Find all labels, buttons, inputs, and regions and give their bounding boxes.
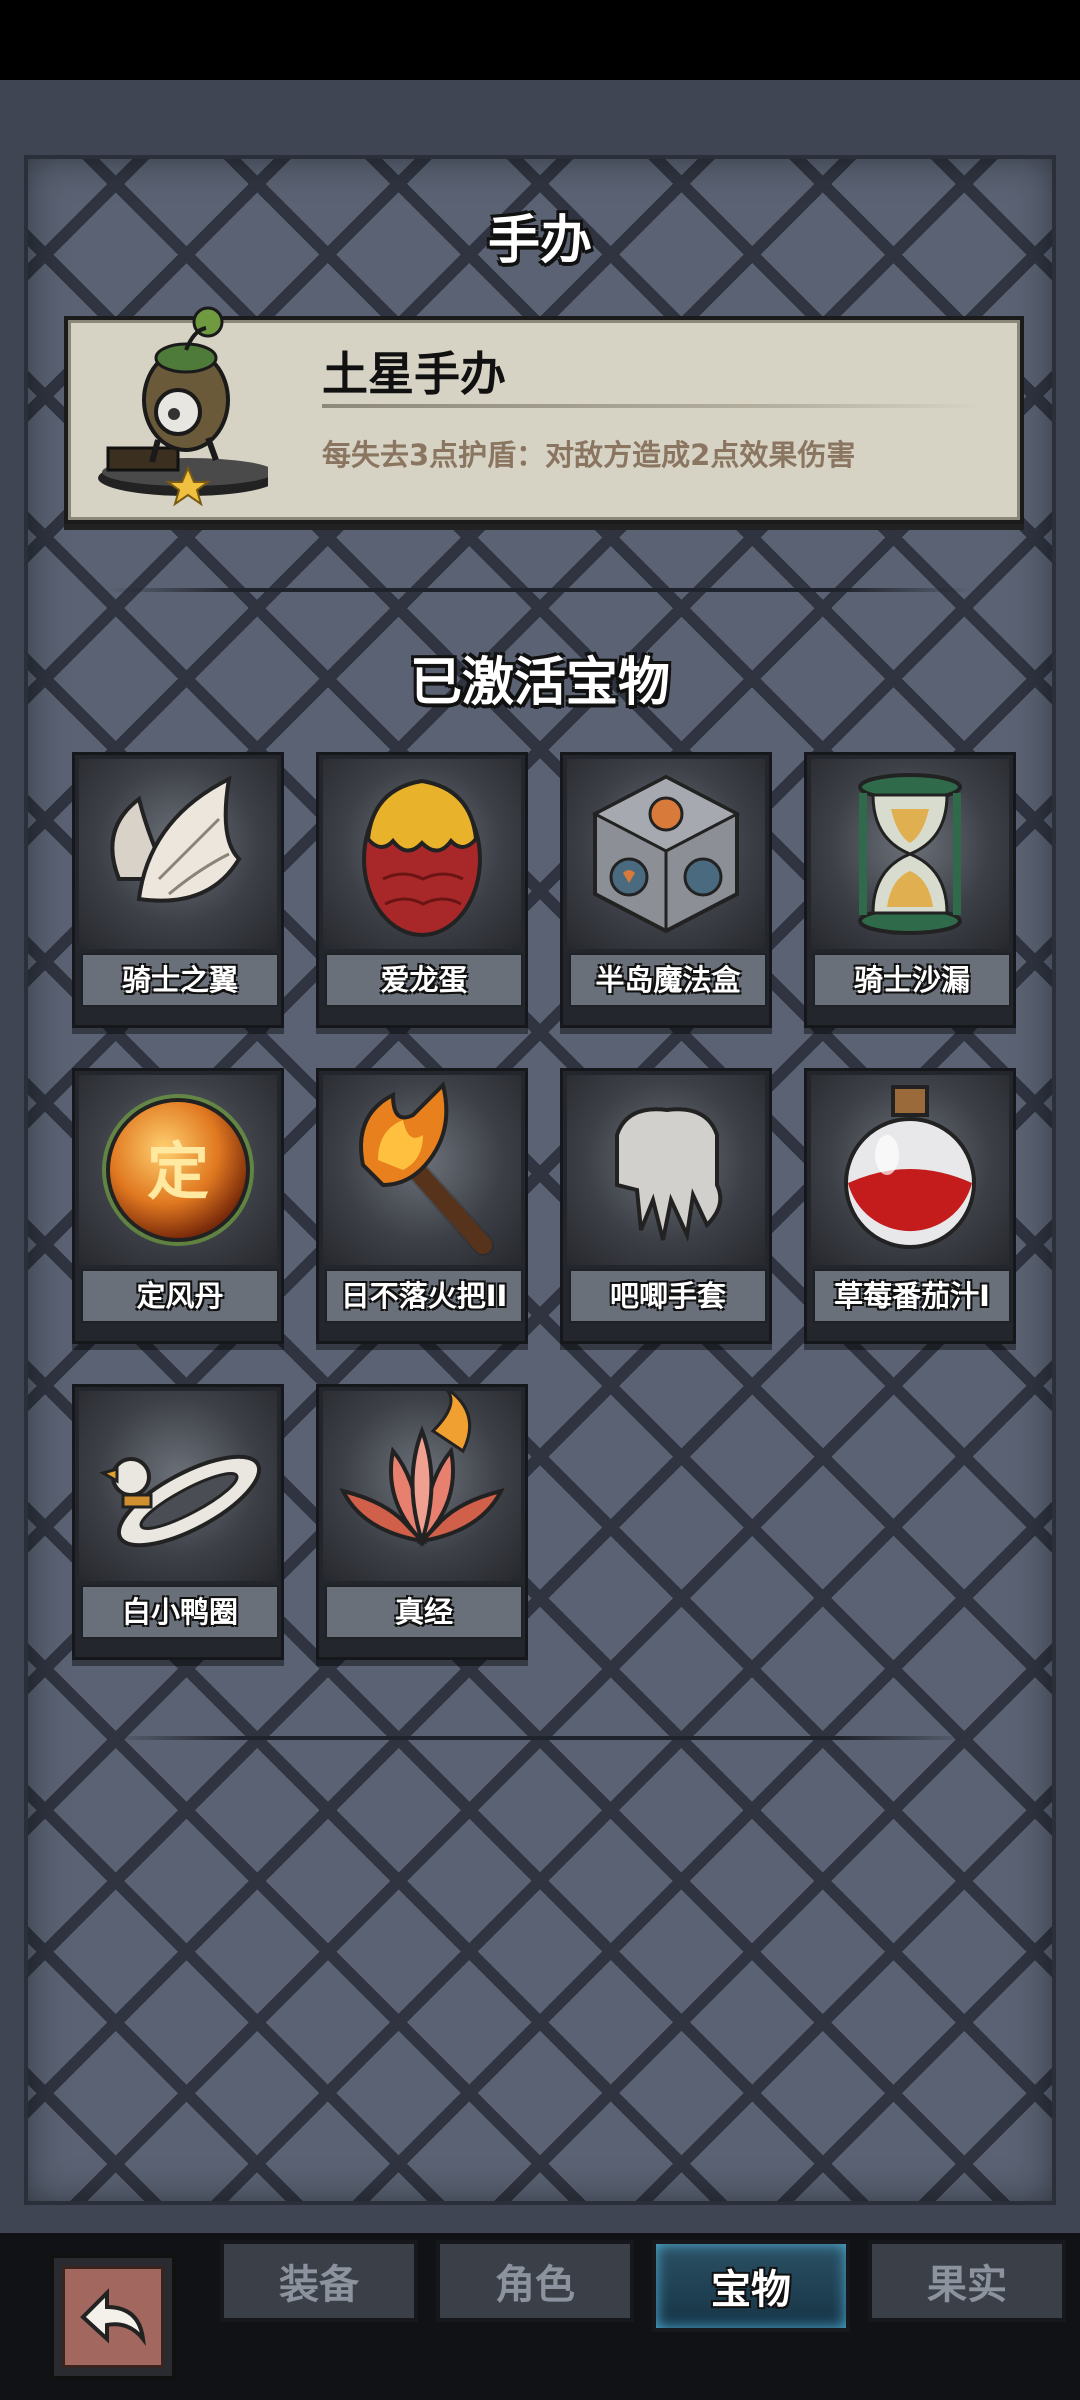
treasure-item[interactable]: 爱龙蛋 [316,752,528,1028]
treasure-item[interactable]: 白小鸭圈 [72,1384,284,1660]
wings-icon [79,759,277,949]
lotus-icon [323,1391,521,1581]
item-label: 草莓番茄汁I [813,1269,1011,1323]
item-label: 骑士沙漏 [813,953,1011,1007]
section-divider [110,588,970,592]
treasure-item[interactable]: 半岛魔法盒 [560,752,772,1028]
item-label: 吧唧手套 [569,1269,767,1323]
item-label: 日不落火把II [325,1269,523,1323]
treasure-item[interactable]: 吧唧手套 [560,1068,772,1344]
tab-fruit[interactable]: 果实 [868,2240,1066,2322]
item-label: 定风丹 [81,1269,279,1323]
figure-section-title: 手办 [487,211,592,271]
back-arrow-icon [80,2288,146,2346]
figure-divider [322,404,982,408]
treasure-item[interactable]: 草莓番茄汁I [804,1068,1016,1344]
orb-icon: 定 [79,1075,277,1265]
treasure-item[interactable]: 骑士之翼 [72,752,284,1028]
back-button[interactable] [50,2254,176,2380]
treasure-item[interactable]: 真经 [316,1384,528,1660]
status-bar [0,0,1080,80]
tab-character[interactable]: 角色 [436,2240,634,2322]
figure-name: 土星手办 [322,347,506,401]
duck-ring-icon [79,1391,277,1581]
treasure-section-title: 已激活宝物 [409,653,670,713]
magic-box-icon [567,759,765,949]
figure-description: 每失去3点护盾：对敌方造成2点效果伤害 [322,438,856,472]
dragon-egg-icon [323,759,521,949]
item-label: 半岛魔法盒 [569,953,767,1007]
saturn-figure-icon [98,300,278,510]
item-label: 真经 [325,1585,523,1639]
glove-icon [567,1075,765,1265]
tab-equipment[interactable]: 装备 [220,2240,418,2322]
tab-treasure[interactable]: 宝物 [652,2240,850,2332]
item-label: 白小鸭圈 [81,1585,279,1639]
treasure-item[interactable]: 日不落火把II [316,1068,528,1344]
figure-card[interactable]: 土星手办 每失去3点护盾：对敌方造成2点效果伤害 [64,306,1024,524]
treasure-item[interactable]: 骑士沙漏 [804,752,1016,1028]
item-label: 爱龙蛋 [325,953,523,1007]
potion-icon [811,1075,1009,1265]
item-label: 骑士之翼 [81,953,279,1007]
hourglass-icon [811,759,1009,949]
treasure-item[interactable]: 定 定风丹 [72,1068,284,1344]
grid-divider [110,1736,970,1740]
torch-icon [323,1075,521,1265]
orb-glyph: 定 [147,1135,209,1208]
